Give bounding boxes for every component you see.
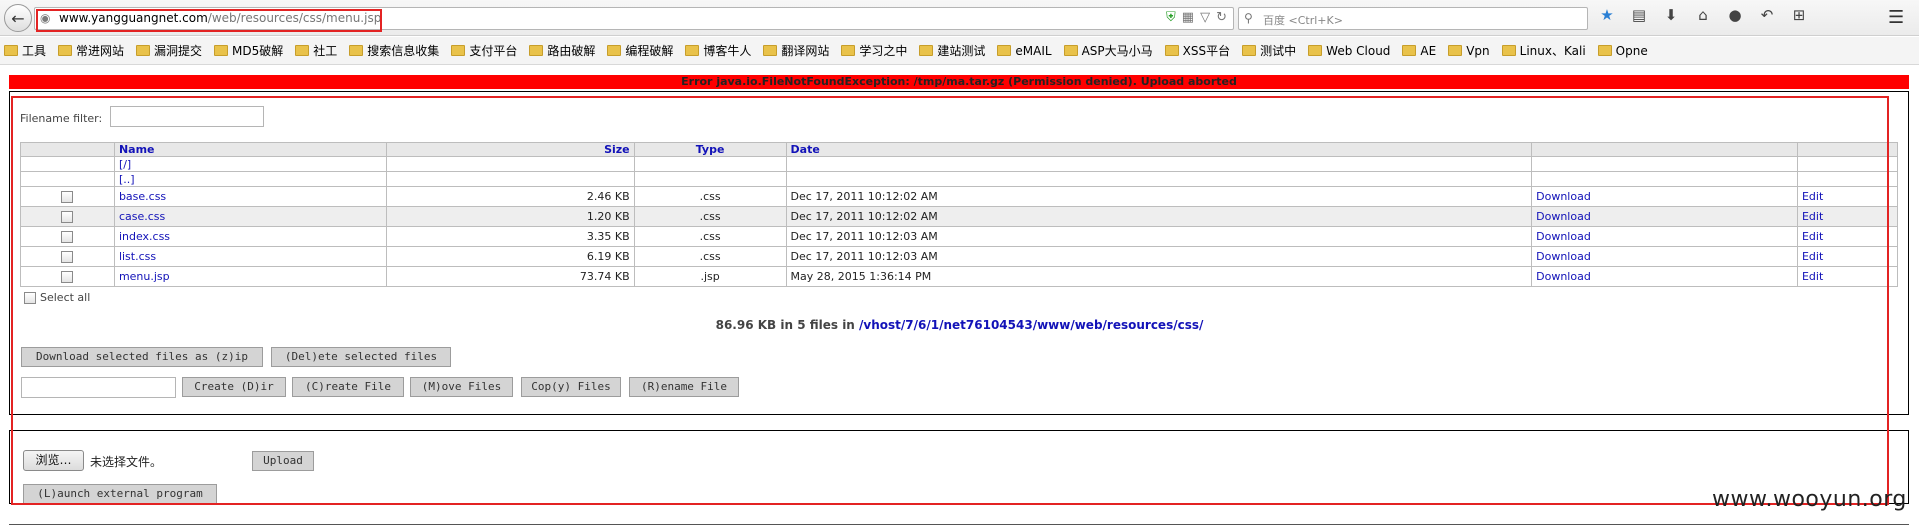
folder-icon bbox=[1242, 45, 1257, 56]
crop-icon[interactable]: ⊞ bbox=[1790, 6, 1808, 24]
folder-icon bbox=[4, 45, 18, 56]
chat-icon[interactable]: ● bbox=[1726, 6, 1744, 24]
bookmark-folder[interactable]: Linux、Kali bbox=[1501, 42, 1586, 59]
bookmark-folder[interactable]: 博客牛人 bbox=[685, 42, 751, 59]
hamburger-menu-icon[interactable]: ☰ bbox=[1888, 7, 1904, 28]
search-bar[interactable]: ⚲ 百度 <Ctrl+K> bbox=[1238, 7, 1588, 30]
qr-code-icon[interactable]: ▦ bbox=[1182, 10, 1194, 25]
folder-icon bbox=[685, 45, 700, 56]
folder-icon bbox=[1501, 45, 1516, 56]
folder-icon bbox=[529, 45, 544, 56]
folder-icon bbox=[1164, 45, 1179, 56]
url-bar-icons: ⛨ ▦ ▽ ↻ bbox=[1166, 10, 1227, 25]
search-icon: ⚲ bbox=[1244, 11, 1253, 25]
folder-icon bbox=[451, 45, 466, 56]
folder-icon bbox=[1308, 45, 1323, 56]
bookmark-folder[interactable]: 翻译网站 bbox=[763, 42, 829, 59]
bookmark-folder[interactable]: Opne bbox=[1597, 44, 1648, 58]
folder-icon bbox=[1402, 45, 1417, 56]
bookmark-folder[interactable]: 测试中 bbox=[1242, 42, 1296, 59]
bookmark-folder[interactable]: 漏洞提交 bbox=[136, 42, 202, 59]
bookmark-folder[interactable]: Web Cloud bbox=[1308, 44, 1390, 58]
error-banner: Error java.io.FileNotFoundException: /tm… bbox=[9, 75, 1909, 89]
bookmark-folder[interactable]: 学习之中 bbox=[841, 42, 907, 59]
bookmark-folder[interactable]: 搜索信息收集 bbox=[349, 42, 439, 59]
bookmark-folder[interactable]: 支付平台 bbox=[451, 42, 517, 59]
highlight-box bbox=[11, 96, 1889, 505]
dropdown-arrow-icon[interactable]: ▽ bbox=[1200, 10, 1210, 25]
folder-icon bbox=[295, 45, 310, 56]
folder-icon bbox=[607, 45, 622, 56]
home-icon[interactable]: ⌂ bbox=[1694, 6, 1712, 24]
bookmarks-list-icon[interactable]: ▤ bbox=[1630, 6, 1648, 24]
folder-icon bbox=[997, 45, 1012, 56]
toolbar-icons: ★ ▤ ⬇ ⌂ ● ↶ ⊞ bbox=[1598, 6, 1808, 24]
bookmark-folder[interactable]: MD5破解 bbox=[214, 42, 283, 59]
folder-icon bbox=[841, 45, 856, 56]
bookmark-folder[interactable]: XSS平台 bbox=[1164, 42, 1230, 59]
url-highlight-box bbox=[36, 9, 382, 32]
shield-icon[interactable]: ⛨ bbox=[1166, 10, 1176, 25]
back-button[interactable]: ← bbox=[4, 4, 32, 32]
folder-icon bbox=[1063, 45, 1078, 56]
reload-icon[interactable]: ↻ bbox=[1216, 10, 1227, 25]
folder-icon bbox=[349, 45, 364, 56]
folder-icon bbox=[1597, 45, 1612, 56]
download-icon[interactable]: ⬇ bbox=[1662, 6, 1680, 24]
search-placeholder: 百度 <Ctrl+K> bbox=[1263, 14, 1343, 27]
folder-icon bbox=[919, 45, 934, 56]
bookmark-folder[interactable]: eMAIL bbox=[997, 44, 1052, 58]
bookmark-folder[interactable]: 路由破解 bbox=[529, 42, 595, 59]
folder-icon bbox=[1448, 45, 1463, 56]
folder-icon bbox=[763, 45, 778, 56]
bookmark-folder[interactable]: Vpn bbox=[1448, 44, 1490, 58]
back-arrow-icon: ← bbox=[11, 8, 25, 28]
folder-icon bbox=[58, 45, 73, 56]
bookmark-folder[interactable]: 社工 bbox=[295, 42, 337, 59]
bookmark-folder[interactable]: 编程破解 bbox=[607, 42, 673, 59]
undo-icon[interactable]: ↶ bbox=[1758, 6, 1776, 24]
bookmark-folder[interactable]: 常进网站 bbox=[58, 42, 124, 59]
bookmark-folder[interactable]: ASP大马小马 bbox=[1063, 42, 1153, 59]
bookmark-folder[interactable]: AE bbox=[1402, 44, 1436, 58]
bookmark-folder[interactable]: 工具 bbox=[4, 42, 46, 59]
bookmarks-bar: 工具 常进网站 漏洞提交 MD5破解 社工 搜索信息收集 支付平台 路由破解 编… bbox=[0, 37, 1919, 65]
folder-icon bbox=[214, 45, 229, 56]
bookmark-folder[interactable]: 建站测试 bbox=[919, 42, 985, 59]
divider bbox=[9, 524, 1909, 525]
folder-icon bbox=[136, 45, 151, 56]
watermark: www.wooyun.org bbox=[1712, 487, 1907, 512]
bookmark-star-icon[interactable]: ★ bbox=[1598, 6, 1616, 24]
